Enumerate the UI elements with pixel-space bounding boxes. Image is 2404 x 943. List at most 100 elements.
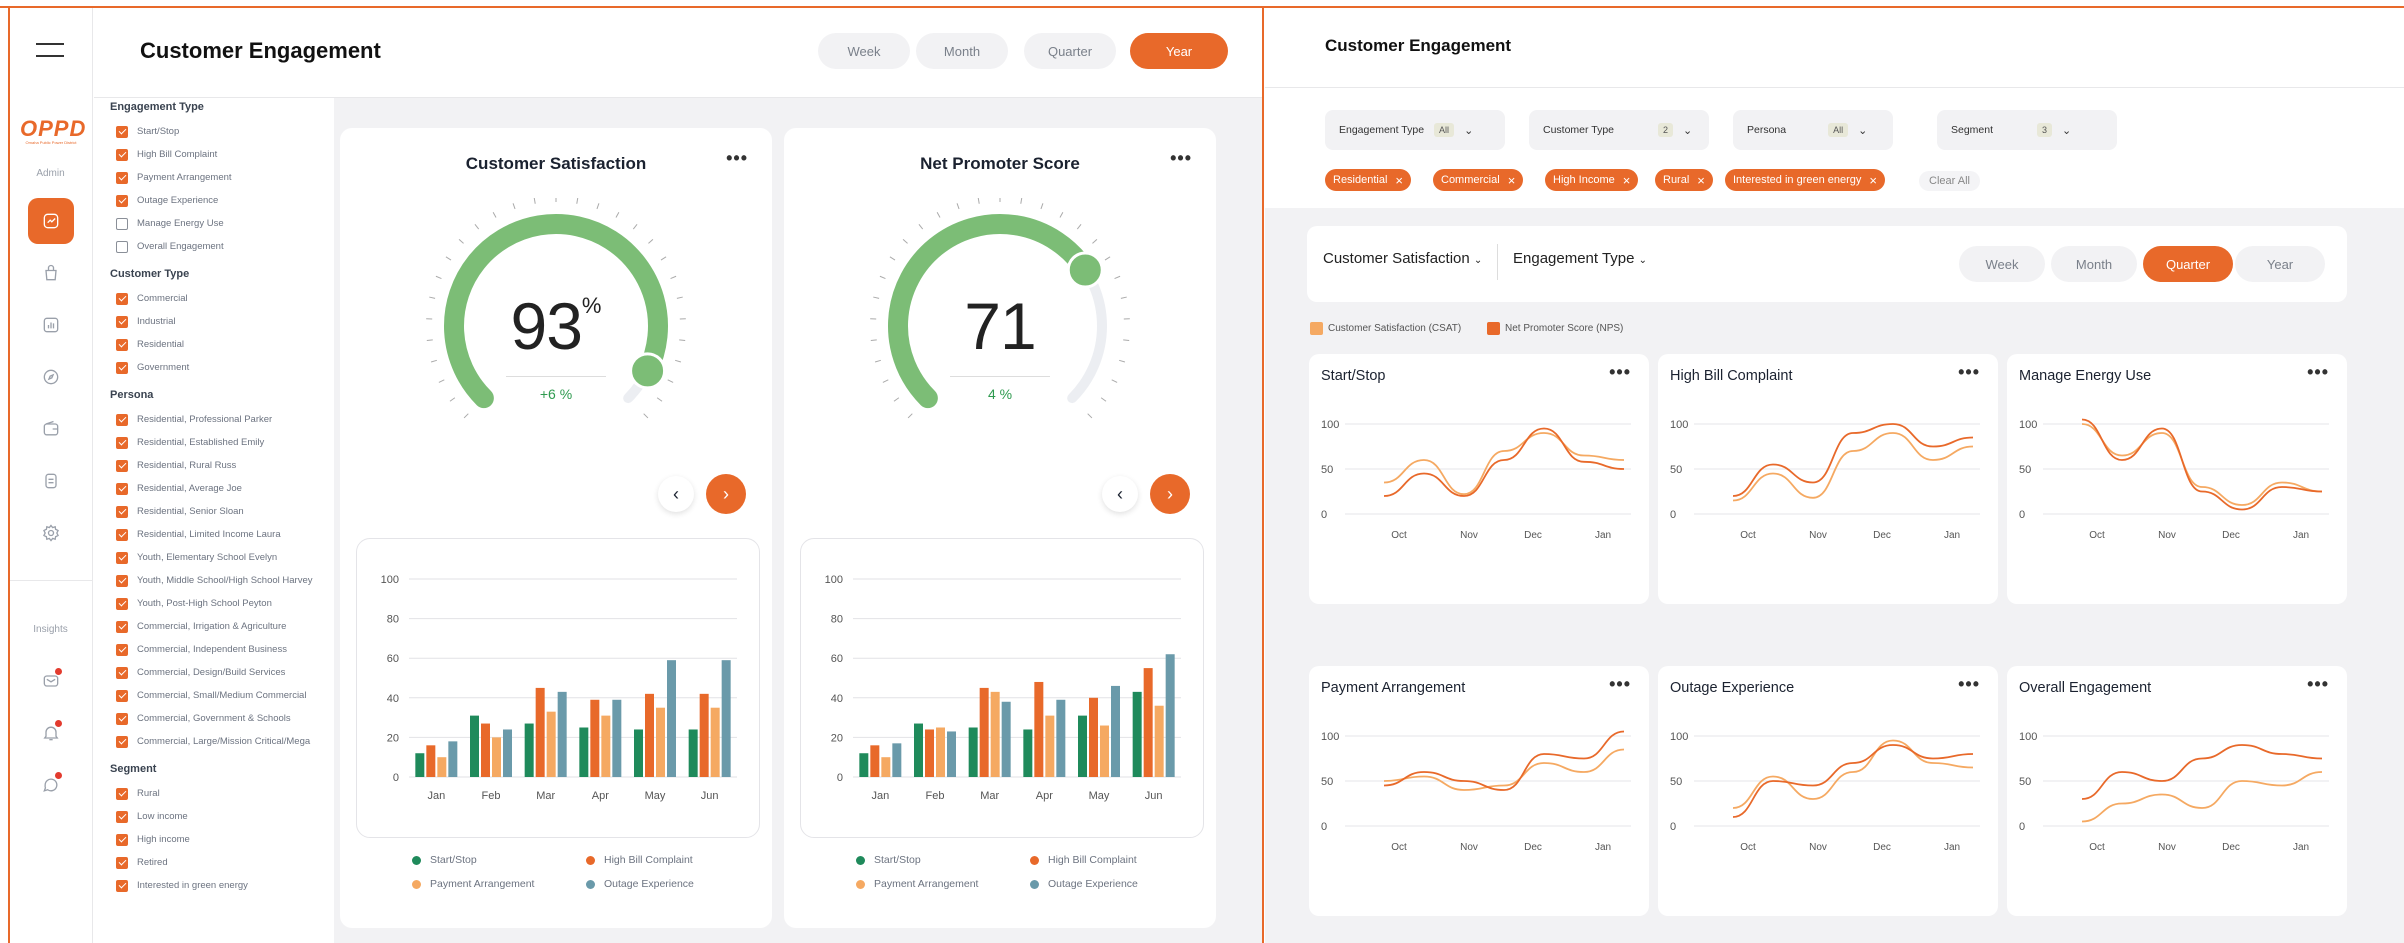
chip-rural[interactable]: Rural × [1655, 169, 1713, 191]
more-icon[interactable]: ••• [726, 148, 748, 169]
dashboard-icon[interactable] [28, 198, 74, 244]
bell-icon[interactable] [28, 710, 74, 756]
period-tab-year[interactable]: Year [2235, 246, 2325, 282]
filter-option[interactable]: Commercial, Small/Medium Commercial [94, 684, 334, 707]
clear-all-button[interactable]: Clear All [1919, 171, 1980, 191]
checkbox[interactable] [116, 459, 128, 472]
next-button[interactable]: › [1150, 474, 1190, 514]
checkbox[interactable] [116, 148, 128, 161]
close-icon[interactable]: × [1623, 173, 1631, 188]
prev-button[interactable]: ‹ [1102, 476, 1138, 512]
dropdown-customer-type[interactable]: Customer Type 2 ⌄ [1529, 110, 1709, 150]
close-icon[interactable]: × [1869, 173, 1877, 188]
checkbox[interactable] [116, 436, 128, 449]
bar-chart-icon[interactable] [28, 302, 74, 348]
checkbox[interactable] [116, 194, 128, 207]
filter-option[interactable]: Commercial, Government & Schools [94, 707, 334, 730]
filter-option[interactable]: Commercial, Design/Build Services [94, 661, 334, 684]
chip-high-income[interactable]: High Income × [1545, 169, 1639, 191]
document-icon[interactable] [28, 458, 74, 504]
filter-option[interactable]: Interested in green energy [94, 874, 334, 897]
filter-option[interactable]: Residential, Limited Income Laura [94, 523, 334, 546]
filter-option[interactable]: Residential, Average Joe [94, 477, 334, 500]
checkbox[interactable] [116, 528, 128, 541]
filter-option[interactable]: Payment Arrangement [94, 166, 334, 189]
period-tab-quarter[interactable]: Quarter [1024, 33, 1116, 69]
dropdown-engagement-type[interactable]: Engagement Type All ⌄ [1325, 110, 1505, 150]
checkbox[interactable] [116, 689, 128, 702]
checkbox[interactable] [116, 240, 128, 253]
filter-option[interactable]: Commercial, Large/Mission Critical/Mega [94, 730, 334, 753]
checkbox[interactable] [116, 413, 128, 426]
period-tab-week[interactable]: Week [818, 33, 910, 69]
period-tab-month[interactable]: Month [2051, 246, 2137, 282]
gauge-knob[interactable] [1066, 251, 1104, 289]
prev-button[interactable]: ‹ [658, 476, 694, 512]
checkbox[interactable] [116, 833, 128, 846]
checkbox[interactable] [116, 551, 128, 564]
settings-icon[interactable] [28, 510, 74, 556]
checkbox[interactable] [116, 810, 128, 823]
filter-option[interactable]: High income [94, 828, 334, 851]
wallet-icon[interactable] [28, 406, 74, 452]
chip-interested-in-green-energy[interactable]: Interested in green energy × [1725, 169, 1886, 191]
type-select[interactable]: Engagement Type ⌄ [1513, 250, 1647, 267]
checkbox[interactable] [116, 217, 128, 230]
dropdown-persona[interactable]: Persona All ⌄ [1733, 110, 1893, 150]
filter-option[interactable]: Outage Experience [94, 189, 334, 212]
checkbox[interactable] [116, 620, 128, 633]
filter-option[interactable]: Start/Stop [94, 120, 334, 143]
filter-option[interactable]: Youth, Elementary School Evelyn [94, 546, 334, 569]
message-icon[interactable] [28, 658, 74, 704]
checkbox[interactable] [116, 315, 128, 328]
checkbox[interactable] [116, 125, 128, 138]
filter-option[interactable]: High Bill Complaint [94, 143, 334, 166]
checkbox[interactable] [116, 643, 128, 656]
checkbox[interactable] [116, 712, 128, 725]
filter-option[interactable]: Youth, Middle School/High School Harvey [94, 569, 334, 592]
period-tab-week[interactable]: Week [1959, 246, 2045, 282]
chip-residential[interactable]: Residential × [1325, 169, 1412, 191]
metric-select[interactable]: Customer Satisfaction ⌄ [1323, 250, 1482, 267]
filter-option[interactable]: Residential, Professional Parker [94, 408, 334, 431]
checkbox[interactable] [116, 787, 128, 800]
filter-option[interactable]: Manage Energy Use [94, 212, 334, 235]
filter-option[interactable]: Overall Engagement [94, 235, 334, 258]
checkbox[interactable] [116, 505, 128, 518]
checkbox[interactable] [116, 171, 128, 184]
checkbox[interactable] [116, 482, 128, 495]
next-button[interactable]: › [706, 474, 746, 514]
chat-icon[interactable] [28, 762, 74, 808]
filter-option[interactable]: Industrial [94, 310, 334, 333]
checkbox[interactable] [116, 879, 128, 892]
filter-option[interactable]: Youth, Post-High School Peyton [94, 592, 334, 615]
checkbox[interactable] [116, 597, 128, 610]
checkbox[interactable] [116, 856, 128, 869]
more-icon[interactable]: ••• [1170, 148, 1192, 169]
close-icon[interactable]: × [1508, 173, 1516, 188]
checkbox[interactable] [116, 666, 128, 679]
filter-option[interactable]: Low income [94, 805, 334, 828]
period-tab-month[interactable]: Month [916, 33, 1008, 69]
hamburger-icon[interactable] [36, 43, 64, 57]
checkbox[interactable] [116, 338, 128, 351]
filter-option[interactable]: Residential, Rural Russ [94, 454, 334, 477]
checkbox[interactable] [116, 574, 128, 587]
checkbox[interactable] [116, 361, 128, 374]
checkbox[interactable] [116, 735, 128, 748]
filter-option[interactable]: Retired [94, 851, 334, 874]
filter-option[interactable]: Commercial, Independent Business [94, 638, 334, 661]
filter-option[interactable]: Commercial [94, 287, 334, 310]
compass-icon[interactable] [28, 354, 74, 400]
filter-option[interactable]: Residential, Established Emily [94, 431, 334, 454]
filter-option[interactable]: Commercial, Irrigation & Agriculture [94, 615, 334, 638]
bag-icon[interactable] [28, 250, 74, 296]
checkbox[interactable] [116, 292, 128, 305]
close-icon[interactable]: × [1395, 173, 1403, 188]
filter-option[interactable]: Rural [94, 782, 334, 805]
filter-option[interactable]: Residential, Senior Sloan [94, 500, 334, 523]
period-tab-quarter[interactable]: Quarter [2143, 246, 2233, 282]
dropdown-segment[interactable]: Segment 3 ⌄ [1937, 110, 2117, 150]
close-icon[interactable]: × [1697, 173, 1705, 188]
filter-option[interactable]: Government [94, 356, 334, 379]
